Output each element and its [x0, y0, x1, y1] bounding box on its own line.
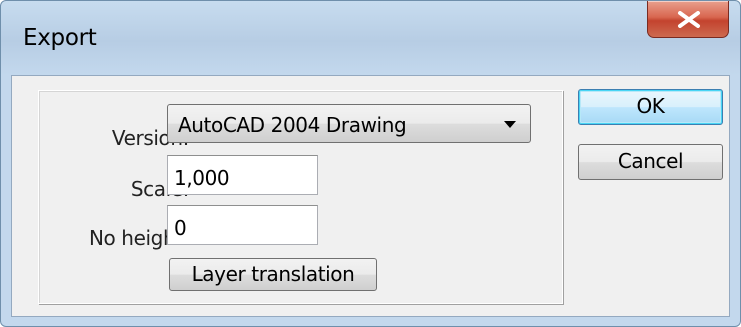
chevron-down-icon: [504, 121, 516, 128]
close-button[interactable]: [647, 1, 729, 38]
ok-button[interactable]: OK: [578, 89, 723, 125]
window-title: Export: [23, 25, 97, 51]
scale-input[interactable]: [167, 155, 318, 195]
title-bar[interactable]: Export: [1, 1, 740, 75]
export-dialog: Export Version: AutoCAD 2004 Drawing Sca…: [0, 0, 741, 327]
close-x-icon: [678, 11, 700, 28]
no-height-input[interactable]: [167, 205, 318, 245]
version-dropdown[interactable]: AutoCAD 2004 Drawing: [167, 104, 531, 143]
layer-translation-button[interactable]: Layer translation: [169, 258, 377, 291]
options-group: Version: AutoCAD 2004 Drawing Scale: No …: [38, 90, 563, 304]
dialog-client-area: Version: AutoCAD 2004 Drawing Scale: No …: [11, 75, 730, 317]
cancel-button[interactable]: Cancel: [578, 144, 723, 180]
version-selected-value: AutoCAD 2004 Drawing: [178, 113, 407, 137]
